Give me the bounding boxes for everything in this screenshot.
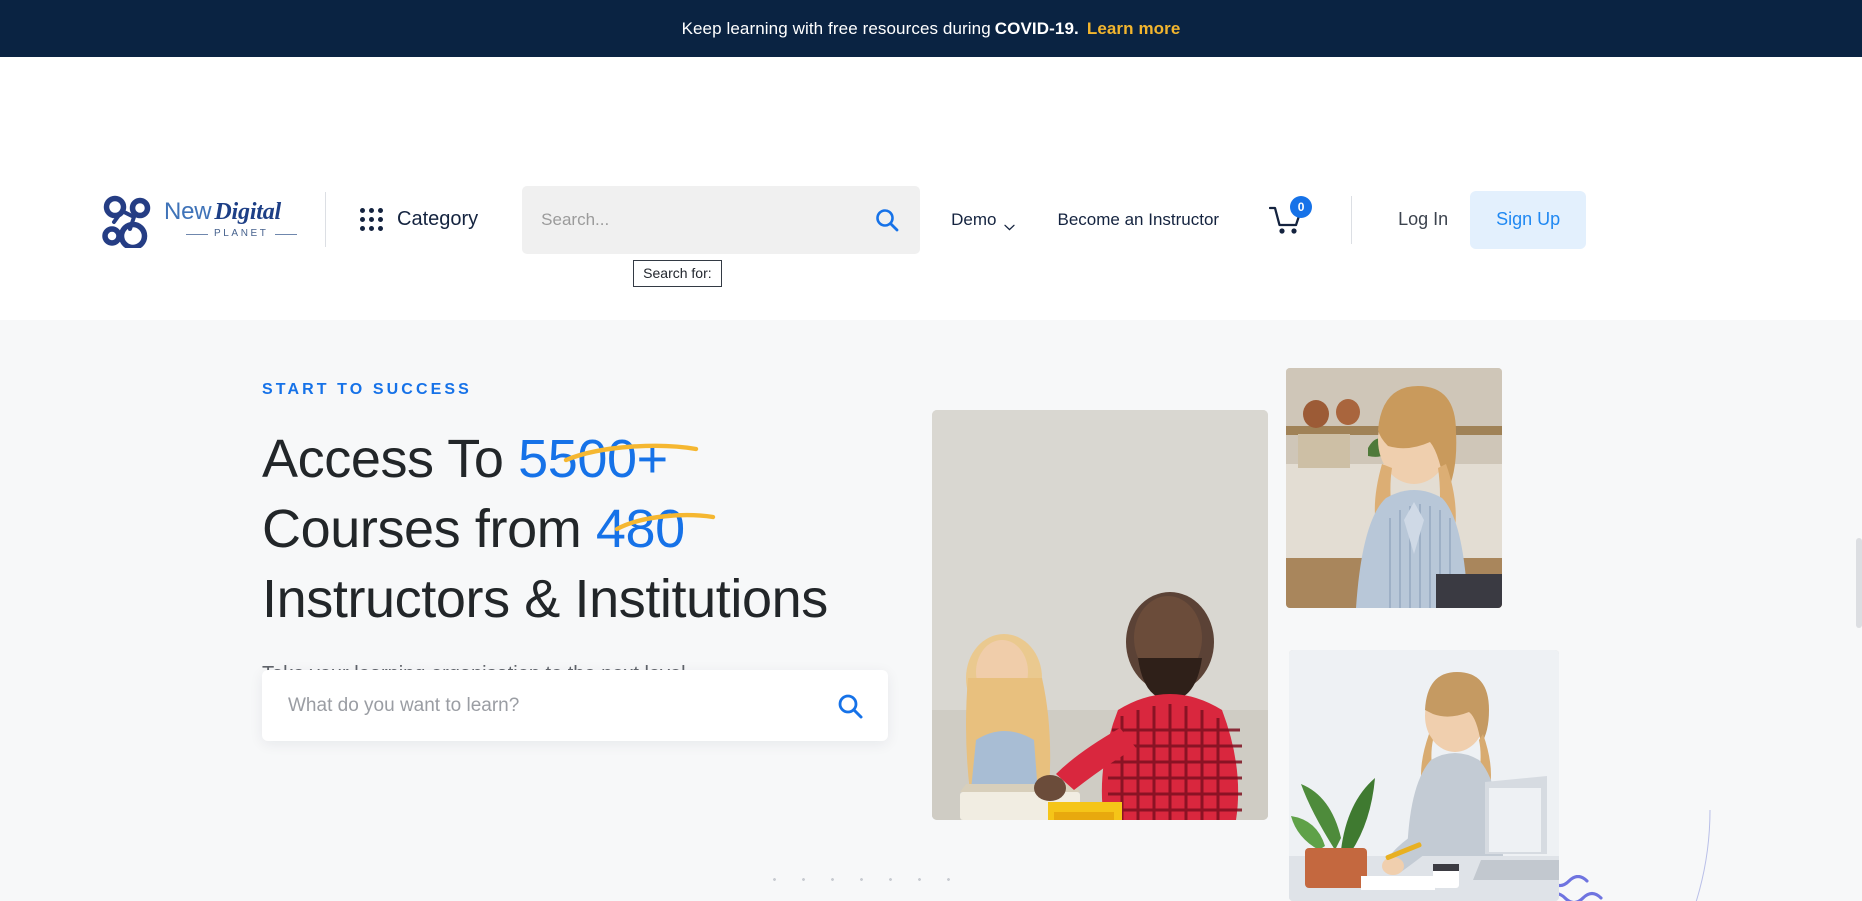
signup-button[interactable]: Sign Up <box>1470 190 1587 249</box>
promo-banner: Keep learning with free resources during… <box>0 0 1862 57</box>
search-icon[interactable] <box>874 207 900 233</box>
logo-word-new: New <box>164 198 212 225</box>
shopping-cart-icon <box>1268 206 1303 240</box>
photo-woman-studying <box>1289 650 1559 901</box>
header-nav: Demo Become an Instructor 0 Log In Sign … <box>951 190 1587 249</box>
nav-item-demo[interactable]: Demo <box>951 209 1015 231</box>
site-logo[interactable]: New Digital PLANET <box>100 192 305 250</box>
hero-headline-count-courses: 5500+ <box>518 429 668 489</box>
site-header: New Digital PLANET Category Search... Se… <box>0 57 1862 320</box>
hero-headline-count-instructors: 480 <box>595 499 685 559</box>
header-search-wrap: Search for: <box>522 185 921 287</box>
header-search-input[interactable] <box>541 209 875 230</box>
category-label: Category <box>397 208 479 230</box>
photo-woman-at-laptop <box>1286 368 1502 608</box>
header-divider-left <box>325 192 326 247</box>
search-icon[interactable] <box>836 692 864 720</box>
hero-eyebrow: START TO SUCCESS <box>262 381 472 398</box>
hero-headline-line3: Instructors & Institutions <box>262 569 828 629</box>
logo-wordmark: New Digital <box>164 198 297 225</box>
logo-subtitle: PLANET <box>214 228 269 239</box>
nav-item-demo-label: Demo <box>951 209 997 229</box>
hero-headline-line2-text: Courses from <box>262 499 596 559</box>
nav-item-become-instructor-label: Become an Instructor <box>1057 209 1220 229</box>
promo-banner-text: Keep learning with free resources during <box>681 18 991 38</box>
page-scrollbar-thumb[interactable] <box>1856 538 1862 628</box>
header-search-box[interactable] <box>522 185 921 254</box>
logo-subtitle-row: PLANET <box>164 229 297 239</box>
cart-button[interactable]: 0 <box>1268 195 1313 236</box>
promo-learn-more-link[interactable]: Learn more <box>1087 19 1181 39</box>
hero-search-input[interactable] <box>288 694 836 717</box>
grid-dots-icon <box>360 208 383 231</box>
hero-search-box[interactable] <box>262 670 888 741</box>
hero-headline: Access To 5500+ Courses from 480 Instruc… <box>262 424 962 634</box>
hero-section: START TO SUCCESS Access To 5500+ Courses… <box>0 320 1862 901</box>
dot-grid-decoration <box>760 865 975 901</box>
login-button[interactable]: Log In <box>1398 209 1448 230</box>
logo-rule-left <box>186 233 208 235</box>
cart-count-badge: 0 <box>1290 195 1313 218</box>
logo-word-digital: Digital <box>214 199 282 225</box>
promo-banner-highlight: COVID-19. <box>994 18 1079 38</box>
hero-copy: START TO SUCCESS Access To 5500+ Courses… <box>262 381 962 686</box>
search-for-tooltip: Search for: <box>633 259 722 287</box>
header-divider-right <box>1351 195 1353 244</box>
chevron-down-icon <box>1003 216 1015 231</box>
network-nodes-icon <box>100 192 162 250</box>
photo-two-people-talking <box>932 410 1268 820</box>
nav-item-become-instructor[interactable]: Become an Instructor <box>1058 210 1220 230</box>
category-menu-button[interactable]: Category <box>360 208 478 231</box>
logo-rule-right <box>274 233 297 235</box>
hero-headline-line1-text: Access To <box>262 429 519 489</box>
